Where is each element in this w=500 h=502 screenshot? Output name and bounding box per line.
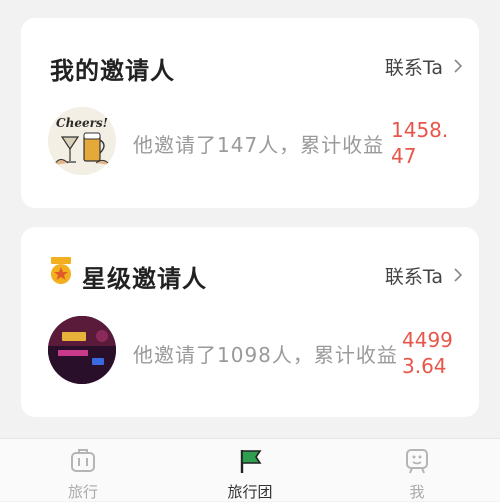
star-inviter-title: 星级邀请人	[82, 265, 207, 293]
nav-label-travel: 旅行	[67, 483, 98, 501]
star-avatar-image	[48, 316, 116, 384]
suitcase-icon	[71, 449, 95, 472]
nav-label-travel-group: 旅行团	[227, 483, 273, 501]
chevron-right-icon[interactable]	[453, 58, 463, 74]
svg-text:Cheers!: Cheers!	[56, 116, 108, 130]
inviter-avatar[interactable]: Cheers!	[48, 107, 116, 175]
nav-label-me: 我	[409, 483, 425, 501]
cheers-avatar-image: Cheers!	[48, 107, 116, 175]
flag-icon	[240, 450, 262, 473]
my-inviter-title: 我的邀请人	[50, 57, 175, 85]
star-inviter-description: 他邀请了1098人，累计收益	[133, 343, 398, 367]
chevron-right-icon[interactable]	[453, 267, 463, 283]
my-inviter-card: 我的邀请人 联系Ta Cheers! 他邀请了147人，累计收益 1458.47	[21, 18, 479, 208]
contact-inviter-link[interactable]: 联系Ta	[385, 53, 443, 80]
inviter-description: 他邀请了147人，累计收益	[133, 133, 385, 157]
nav-tab-travel-group[interactable]: 旅行团	[200, 439, 300, 501]
medal-icon	[51, 257, 71, 284]
contact-star-inviter-link[interactable]: 联系Ta	[385, 262, 443, 289]
nav-tab-travel[interactable]: 旅行	[33, 439, 133, 501]
profile-icon	[406, 449, 428, 474]
bottom-nav: 旅行 旅行团 我	[0, 438, 500, 501]
nav-tab-me[interactable]: 我	[367, 439, 467, 501]
star-inviter-card: 星级邀请人 联系Ta 他邀请了1098人，累计收益 44993.64	[21, 227, 479, 417]
inviter-earnings: 1458.47	[391, 118, 449, 168]
star-inviter-earnings: 44993.64	[402, 328, 453, 378]
star-inviter-avatar[interactable]	[48, 316, 116, 384]
